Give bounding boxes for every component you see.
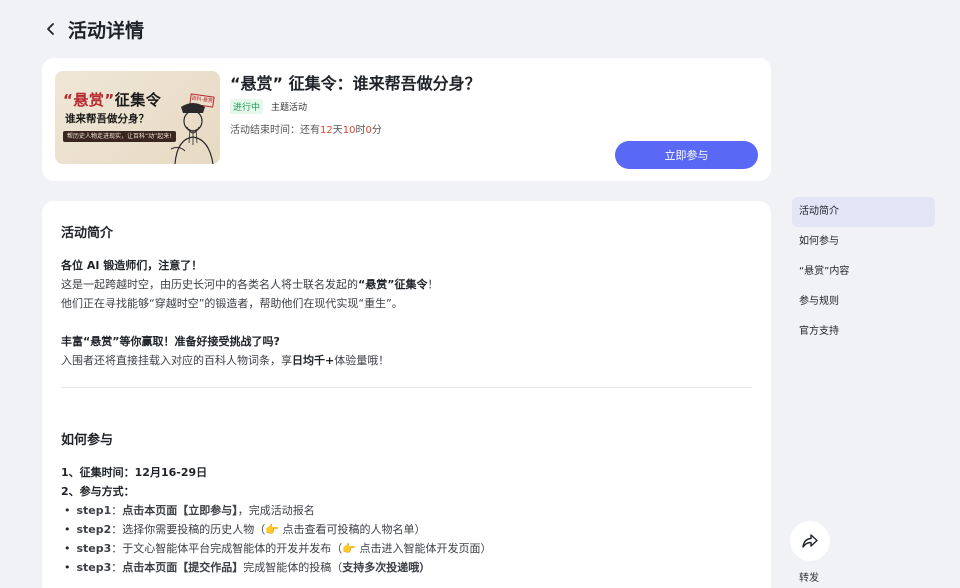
- side-nav-item-bounty[interactable]: “悬赏”内容: [792, 257, 935, 287]
- step-item: step3：点击本页面【提交作品】完成智能体的投稿（支持多次投递哦）: [64, 559, 431, 575]
- status-badge: 进行中: [230, 99, 264, 114]
- banner-title: “悬赏”征集令: [63, 91, 162, 109]
- page-title: 活动详情: [68, 19, 145, 42]
- figure-list-link[interactable]: 👉 点击查看可投稿的人物名单: [265, 523, 414, 536]
- activity-type-tag: 主题活动: [271, 103, 308, 113]
- back-arrow-icon[interactable]: [40, 18, 62, 40]
- banner-tag: 帮历史人物走进现实，让百科“动”起来!: [63, 131, 176, 142]
- intro-heading-2: 丰富“悬赏”等你赢取！准备好接受挑战了吗?: [61, 335, 280, 348]
- howto-item-time: 1、征集时间：12月16-29日: [61, 466, 208, 479]
- step-item: step3：于文心智能体平台完成智能体的开发并发布（👉 点击进入智能体开发页面）: [64, 540, 492, 556]
- countdown-text: 活动结束时间：还有12天10时0分: [230, 125, 382, 136]
- section-title-howto: 如何参与: [61, 433, 114, 448]
- section-title-intro: 活动简介: [61, 226, 114, 241]
- agent-dev-page-link[interactable]: 👉 点击进入智能体开发页面: [342, 542, 480, 555]
- activity-title: “悬赏” 征集令：谁来帮吾做分身？: [230, 74, 481, 93]
- side-nav-item-intro[interactable]: 活动简介: [792, 197, 935, 227]
- howto-item-method: 2、参与方式：: [61, 485, 135, 498]
- side-nav-item-howto[interactable]: 如何参与: [792, 227, 935, 257]
- historical-figure-illustration: [170, 103, 214, 164]
- intro-heading: 各位 AI 锻造师们，注意了！: [61, 259, 203, 272]
- activity-content-card: 活动简介 各位 AI 锻造师们，注意了！ 这是一起跨越时空，由历史长河中的各类名…: [42, 201, 771, 588]
- intro-paragraph-1: 这是一起跨越时空，由历史长河中的各类名人将士联名发起的“悬赏”征集令！: [61, 278, 439, 291]
- join-now-button[interactable]: 立即参与: [615, 141, 758, 169]
- share-icon: [802, 534, 818, 548]
- activity-banner-image: “悬赏”征集令 谁来帮吾做分身？ 帮历史人物走进现实，让百科“动”起来! 百科·…: [55, 71, 220, 164]
- banner-subtitle: 谁来帮吾做分身？: [65, 113, 149, 125]
- activity-tags: 进行中 主题活动: [230, 99, 307, 114]
- intro-paragraph-2: 他们正在寻找能够“穿越时空”的锻造者，帮助他们在现代实现“重生”。: [61, 297, 403, 310]
- side-nav-item-support[interactable]: 官方支持: [792, 317, 935, 347]
- top-bar: 活动详情: [40, 14, 144, 44]
- side-nav: 活动简介 如何参与 “悬赏”内容 参与规则 官方支持: [792, 197, 935, 347]
- side-nav-item-rules[interactable]: 参与规则: [792, 287, 935, 317]
- section-divider: [61, 387, 752, 388]
- share-label: 转发: [799, 573, 819, 584]
- step-item: step1：点击本页面【立即参与】，完成活动报名: [64, 502, 315, 518]
- share-button[interactable]: [790, 521, 830, 561]
- activity-header-card: “悬赏”征集令 谁来帮吾做分身？ 帮历史人物走进现实，让百科“动”起来! 百科·…: [42, 58, 771, 181]
- step-item: step2：选择你需要投稿的历史人物（👉 点击查看可投稿的人物名单）: [64, 521, 426, 537]
- intro-paragraph-3: 入围者还将直接挂载入对应的百科人物词条，享日均千+体验量哦！: [61, 354, 390, 367]
